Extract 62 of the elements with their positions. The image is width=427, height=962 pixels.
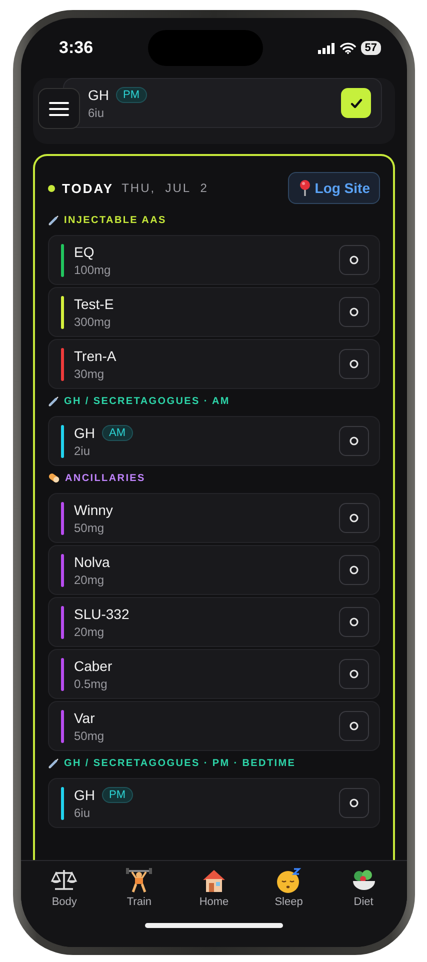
tab-item[interactable]: Body — [34, 867, 94, 908]
date-label: THU, JUL 2 — [122, 181, 210, 195]
status-dot — [48, 184, 55, 192]
dose-amount: 300mg — [74, 314, 112, 328]
section-title: ANCILLARIES — [65, 472, 146, 484]
done-checkbox[interactable] — [339, 711, 369, 741]
tab-item[interactable]: Home — [184, 867, 244, 908]
dose-name: Nolva — [74, 554, 110, 570]
dose-name: Caber — [74, 658, 112, 674]
syringe-icon — [48, 396, 59, 406]
dose-amount: 6iu — [88, 106, 106, 120]
done-checkbox[interactable] — [339, 349, 369, 379]
tab-item[interactable]: Train — [109, 867, 170, 908]
clock-time: 3:36 — [59, 38, 94, 58]
done-checkbox[interactable] — [339, 426, 369, 456]
dose-name: GH — [74, 424, 95, 440]
dose-amount: 20mg — [74, 572, 106, 586]
menu-button[interactable] — [38, 88, 80, 129]
syringe-icon — [48, 214, 59, 226]
done-checkbox[interactable] — [339, 555, 369, 585]
tab-item[interactable]: Diet — [334, 867, 394, 908]
section-title: GH / SECRETAGOGUES · AM — [64, 396, 230, 406]
done-checkbox[interactable] — [339, 297, 369, 327]
done-checkbox[interactable] — [339, 245, 369, 275]
section-title: INJECTABLE AAS — [64, 214, 166, 226]
section-title: GH / SECRETAGOGUES · PM · BEDTIME — [64, 758, 296, 768]
done-checkbox[interactable] — [339, 503, 369, 533]
dose-amount: 50mg — [74, 520, 106, 534]
dose-name: GH — [88, 86, 109, 102]
dose-amount: 6iu — [74, 806, 92, 820]
dose-amount: 2iu — [74, 444, 92, 458]
dose-name: Tren-A — [74, 348, 116, 364]
log-site-button[interactable]: Log Site — [288, 172, 380, 204]
time-tag: PM — [116, 86, 146, 102]
done-checkbox[interactable] — [339, 788, 369, 818]
pill-icon — [48, 473, 60, 483]
menu-icon — [49, 100, 69, 116]
syringe-icon — [48, 758, 59, 768]
done-checkbox[interactable] — [339, 659, 369, 689]
tab-item[interactable]: Sleep — [258, 867, 319, 908]
dose-amount: 100mg — [74, 262, 112, 276]
dose-name: SLU-332 — [74, 606, 130, 622]
today-label: TODAY — [62, 180, 114, 196]
dose-amount: 0.5mg — [74, 676, 108, 690]
time-tag: AM — [102, 424, 132, 440]
done-checkbox[interactable] — [339, 607, 369, 637]
time-tag: PM — [102, 786, 132, 802]
signal-icon — [318, 42, 335, 54]
dose-name: Winny — [74, 502, 113, 518]
wifi-icon — [340, 42, 356, 54]
dose-name: Var — [74, 710, 95, 726]
weightlifter-icon — [125, 867, 154, 893]
dose-name: EQ — [74, 244, 94, 260]
dose-name: Test-E — [74, 296, 114, 312]
dose-name: GH — [74, 786, 95, 802]
dose-amount: 50mg — [74, 728, 106, 742]
sleepy-face-icon — [274, 867, 303, 893]
scale-icon — [50, 867, 78, 893]
pin-icon — [298, 179, 312, 197]
battery-level: 57 — [360, 41, 381, 55]
dose-amount: 30mg — [74, 366, 106, 380]
dose-amount: 20mg — [74, 624, 106, 638]
